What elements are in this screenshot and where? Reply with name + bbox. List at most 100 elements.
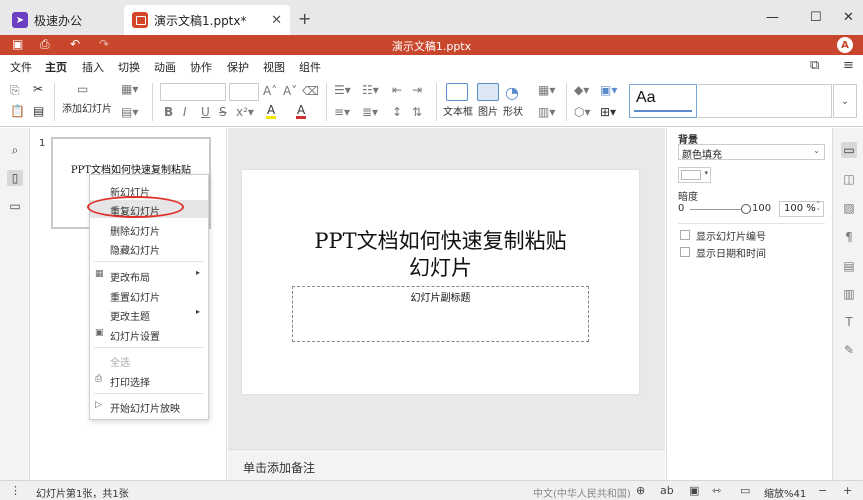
style-gallery-expand-button[interactable]: ⌄ <box>833 84 857 118</box>
menu-protect[interactable]: 保护 <box>227 59 249 75</box>
font-family-select[interactable] <box>160 83 226 101</box>
tab-app-home[interactable]: ➤ 极速办公 <box>4 5 122 35</box>
shape-settings-icon[interactable]: ◫ <box>841 171 857 187</box>
ctx-delete-slide[interactable]: 删除幻灯片 <box>90 220 208 238</box>
ctx-print-selection[interactable]: ⎙ 打印选择 <box>90 371 208 389</box>
slide-settings-icon[interactable]: ▭ <box>841 142 857 158</box>
format-painter-icon[interactable]: ▤ <box>33 104 44 118</box>
align-left-icon[interactable]: ≡▾ <box>334 105 350 119</box>
table-icon[interactable]: ▦▾ <box>538 83 555 97</box>
copy-icon[interactable]: ⎘ <box>10 83 20 98</box>
notes-pane[interactable]: 单击添加备注 <box>228 449 665 480</box>
chart-settings-icon[interactable]: ▥ <box>841 286 857 302</box>
decrease-indent-icon[interactable]: ⇤ <box>392 83 402 97</box>
textbox-icon[interactable] <box>446 83 468 101</box>
table-settings-icon[interactable]: ▤ <box>841 258 857 274</box>
ctx-hide-slide[interactable]: 隐藏幻灯片 <box>90 239 208 257</box>
grow-font-icon[interactable]: A˄ <box>263 84 277 98</box>
text-style-gallery[interactable] <box>698 84 832 118</box>
text-style-preview[interactable]: Aa <box>629 84 697 118</box>
shrink-font-icon[interactable]: A˅ <box>283 84 297 98</box>
minimize-button[interactable]: — <box>766 10 779 25</box>
fit-width-icon[interactable]: ⇿ <box>712 484 721 497</box>
paste-icon[interactable]: 📋 <box>10 104 25 118</box>
menu-insert[interactable]: 插入 <box>82 59 104 75</box>
highlight-color-button[interactable]: A <box>267 103 275 117</box>
opacity-input[interactable]: 100 % ˄ ˅ <box>779 201 824 217</box>
slide-canvas[interactable]: PPT文档如何快速复制粘贴 幻灯片 幻灯片副标题 <box>242 170 639 394</box>
increase-indent-icon[interactable]: ⇥ <box>412 83 422 97</box>
ctx-start-slideshow[interactable]: ▷ 开始幻灯片放映 <box>90 397 208 415</box>
underline-button[interactable]: U <box>201 105 210 119</box>
stepper-icon[interactable]: ˄ ˅ <box>817 202 821 216</box>
clear-format-icon[interactable]: ⌫ <box>302 84 319 98</box>
more-menu-icon[interactable]: ≡ <box>843 58 854 73</box>
italic-button[interactable]: I <box>183 105 187 119</box>
tab-document[interactable]: 演示文稿1.pptx* ✕ <box>124 5 290 35</box>
show-slide-number-checkbox[interactable] <box>680 230 690 240</box>
textart-settings-icon[interactable]: T <box>841 314 857 330</box>
user-avatar[interactable]: A <box>837 37 853 53</box>
shape-outline-icon[interactable]: ⬡▾ <box>574 105 591 119</box>
arrange-icon[interactable]: ▣▾ <box>600 83 617 97</box>
picture-icon[interactable] <box>477 83 499 101</box>
new-tab-button[interactable]: + <box>298 9 311 28</box>
align-center-icon[interactable]: ≣▾ <box>362 105 378 119</box>
shape-button[interactable]: 形状 <box>503 103 523 118</box>
cut-icon[interactable]: ✂ <box>33 82 43 96</box>
menu-view[interactable]: 视图 <box>263 59 285 75</box>
save-icon[interactable]: ▣ <box>12 37 23 51</box>
menu-animation[interactable]: 动画 <box>154 59 176 75</box>
print-icon[interactable]: ⎙ <box>40 37 50 52</box>
slideshow-view-icon[interactable]: ▣ <box>689 484 699 497</box>
language-status[interactable]: 中文(中华人民共和国) <box>533 485 631 500</box>
status-menu-icon[interactable]: ⋮ <box>10 484 21 497</box>
close-tab-icon[interactable]: ✕ <box>271 13 282 28</box>
layout-icon[interactable]: ▦▾ <box>121 82 138 96</box>
slides-panel-icon[interactable]: ▯ <box>7 170 23 186</box>
ctx-slide-settings[interactable]: ▣ 幻灯片设置 <box>90 325 208 343</box>
globe-icon[interactable]: ⊕ <box>636 484 645 497</box>
ctx-change-theme[interactable]: 更改主题 ▸ <box>90 305 208 323</box>
open-file-location-icon[interactable]: ⧉ <box>810 58 819 73</box>
image-settings-icon[interactable]: ▨ <box>841 200 857 216</box>
slide-title[interactable]: PPT文档如何快速复制粘贴 幻灯片 <box>242 228 639 282</box>
ctx-reset-slide[interactable]: 重置幻灯片 <box>90 286 208 304</box>
signature-settings-icon[interactable]: ✎ <box>841 342 857 358</box>
comments-icon[interactable]: ▭ <box>7 198 23 214</box>
textbox-button[interactable]: 文本框 <box>443 103 473 118</box>
menu-collaborate[interactable]: 协作 <box>190 59 212 75</box>
text-direction-icon[interactable]: ⇅ <box>412 105 422 119</box>
numbering-icon[interactable]: ☷▾ <box>362 83 379 97</box>
fit-slide-icon[interactable]: ▭ <box>740 484 750 497</box>
menu-components[interactable]: 组件 <box>299 59 321 75</box>
opacity-slider-handle[interactable] <box>741 204 751 214</box>
zoom-in-icon[interactable]: + <box>843 484 852 497</box>
shape-fill-icon[interactable]: ◆▾ <box>574 83 589 97</box>
show-date-time-checkbox[interactable] <box>680 247 690 257</box>
redo-icon[interactable]: ↷ <box>99 37 109 51</box>
strikethrough-button[interactable]: S <box>219 105 227 119</box>
subtitle-placeholder[interactable]: 幻灯片副标题 <box>292 286 589 342</box>
menu-home[interactable]: 主页 <box>45 59 67 79</box>
chart-icon[interactable]: ▥▾ <box>538 105 555 119</box>
paragraph-settings-icon[interactable]: ¶ <box>841 229 857 245</box>
ctx-change-layout[interactable]: ▦ 更改布局 ▸ <box>90 266 208 284</box>
add-slide-icon[interactable]: ▭ <box>77 82 88 96</box>
maximize-button[interactable]: ☐ <box>810 10 822 25</box>
zoom-out-icon[interactable]: − <box>818 484 827 497</box>
spellcheck-icon[interactable]: ab <box>660 484 674 497</box>
picture-button[interactable]: 图片 <box>478 103 498 118</box>
font-color-button[interactable]: A <box>297 103 305 117</box>
line-spacing-icon[interactable]: ↕ <box>392 105 402 119</box>
superscript-icon[interactable]: x²▾ <box>236 105 254 119</box>
shape-icon[interactable]: ◔ <box>505 83 519 102</box>
font-size-select[interactable] <box>229 83 259 101</box>
bullets-icon[interactable]: ☰▾ <box>334 83 351 97</box>
fill-type-select[interactable]: 颜色填充 ⌄ <box>678 144 825 161</box>
align-objects-icon[interactable]: ⊞▾ <box>600 105 616 119</box>
undo-icon[interactable]: ↶ <box>70 37 80 51</box>
bold-button[interactable]: B <box>164 105 173 119</box>
theme-icon[interactable]: ▤▾ <box>121 105 138 119</box>
menu-transitions[interactable]: 切换 <box>118 59 140 75</box>
